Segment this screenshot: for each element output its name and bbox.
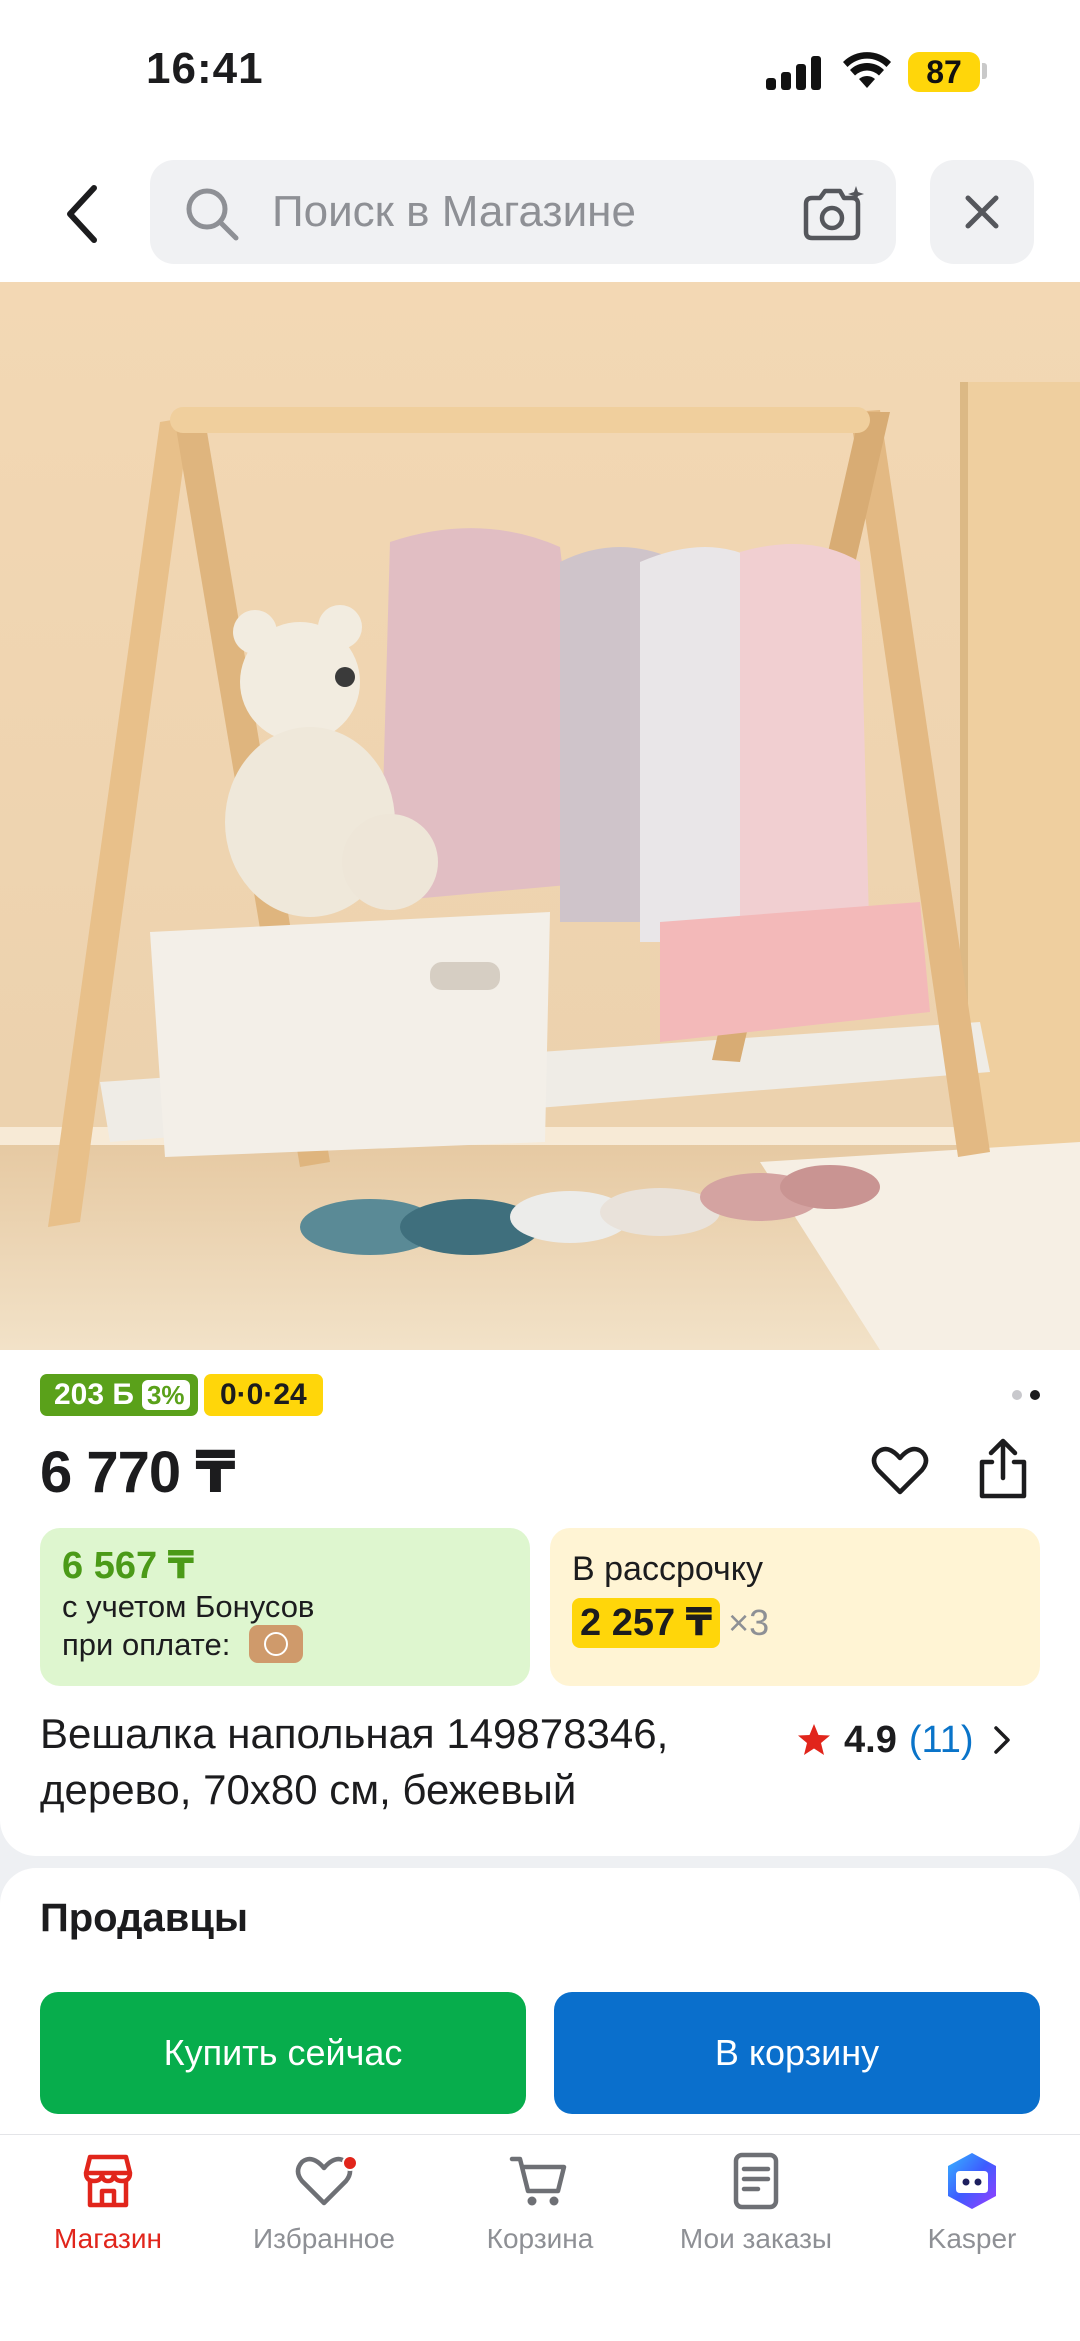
kasper-icon [948, 2153, 996, 2209]
battery-indicator: 87 [908, 52, 980, 92]
cellular-signal-icon [766, 56, 824, 90]
nav-item-shop[interactable]: Магазин [8, 2149, 208, 2299]
chevron-right-icon [993, 1726, 1010, 1754]
bonus-caption-2: при оплате: [62, 1627, 231, 1662]
product-info-card: 203 Б 3% 0·0·24 6 770 ₸ 6 567 ₸ с учетом… [0, 1350, 1080, 1856]
rating-link[interactable]: 4.9 (11) [796, 1712, 1014, 1768]
bonus-caption-1: с учетом Бонусов [62, 1589, 315, 1624]
product-photo [0, 282, 1080, 1350]
nav-item-kasper[interactable]: Kasper [872, 2149, 1072, 2299]
sellers-section: Продавцы Купить сейчас В корзину [0, 1868, 1080, 2168]
nav-item-orders[interactable]: Мои заказы [656, 2149, 856, 2299]
installment-badge: 0·0·24 [204, 1374, 323, 1416]
bonus-badge-value: 203 Б [54, 1378, 134, 1411]
reviews-count: (11) [908, 1718, 974, 1761]
bonus-badge: 203 Б 3% [40, 1374, 198, 1416]
bonus-price-box[interactable]: 6 567 ₸ с учетом Бонусов при оплате: [40, 1528, 530, 1686]
product-image-carousel[interactable] [0, 282, 1080, 1350]
image-pagination [1012, 1390, 1040, 1400]
nav-label-kasper: Kasper [927, 2223, 1017, 2254]
pagination-dot [1012, 1390, 1022, 1400]
pagination-dot-active [1030, 1390, 1040, 1400]
bonus-percent: 3% [141, 1380, 190, 1410]
payment-method-icon [248, 1624, 303, 1663]
nav-label-cart: Корзина [486, 2223, 594, 2254]
cart-icon [509, 2156, 567, 2206]
sellers-title: Продавцы [40, 1896, 249, 1940]
status-time: 16:41 [146, 44, 264, 93]
installment-times: ×3 [728, 1602, 770, 1643]
product-price: 6 770 ₸ [40, 1440, 236, 1505]
status-bar: 16:41 87 [0, 0, 1080, 150]
bonus-price: 6 567 ₸ [62, 1545, 195, 1587]
search-placeholder: Поиск в Магазине [272, 187, 636, 236]
close-search-button[interactable] [930, 160, 1034, 264]
nav-item-cart[interactable]: Корзина [440, 2149, 640, 2299]
search-header: Поиск в Магазине [0, 150, 1080, 282]
share-icon[interactable] [970, 1436, 1036, 1502]
bottom-navigation: Магазин Избранное Корзина Мои заказы Kas… [0, 2134, 1080, 2341]
heart-icon[interactable] [870, 1440, 930, 1500]
search-icon [186, 188, 239, 241]
favorites-badge-dot [342, 2155, 358, 2171]
star-icon [798, 1724, 830, 1755]
nav-item-favorites[interactable]: Избранное [224, 2149, 424, 2299]
orders-icon [733, 2152, 779, 2210]
bonus-caption-2-row: при оплате: [62, 1624, 508, 1666]
close-icon [965, 195, 999, 229]
installment-row: 2 257 ₸ ×3 [572, 1598, 1018, 1648]
wifi-icon [843, 52, 891, 88]
add-to-cart-button[interactable]: В корзину [554, 1992, 1040, 2114]
camera-search-icon[interactable] [800, 184, 866, 244]
back-button[interactable] [46, 178, 118, 250]
buy-now-button[interactable]: Купить сейчас [40, 1992, 526, 2114]
nav-label-favorites: Избранное [253, 2223, 395, 2254]
installment-amount: 2 257 ₸ [572, 1598, 721, 1648]
product-title: Вешалка напольная 149878346, дерево, 70х… [40, 1710, 669, 1813]
battery-cap [982, 63, 987, 79]
search-input[interactable]: Поиск в Магазине [150, 160, 896, 264]
shop-icon [83, 2154, 133, 2208]
nav-label-shop: Магазин [53, 2223, 162, 2254]
installment-label: В рассрочку [572, 1550, 763, 1588]
chevron-left-icon [67, 185, 97, 243]
nav-label-orders: Мои заказы [679, 2223, 833, 2254]
rating-value: 4.9 [844, 1718, 897, 1761]
installment-box[interactable]: В рассрочку 2 257 ₸ ×3 [550, 1528, 1040, 1686]
